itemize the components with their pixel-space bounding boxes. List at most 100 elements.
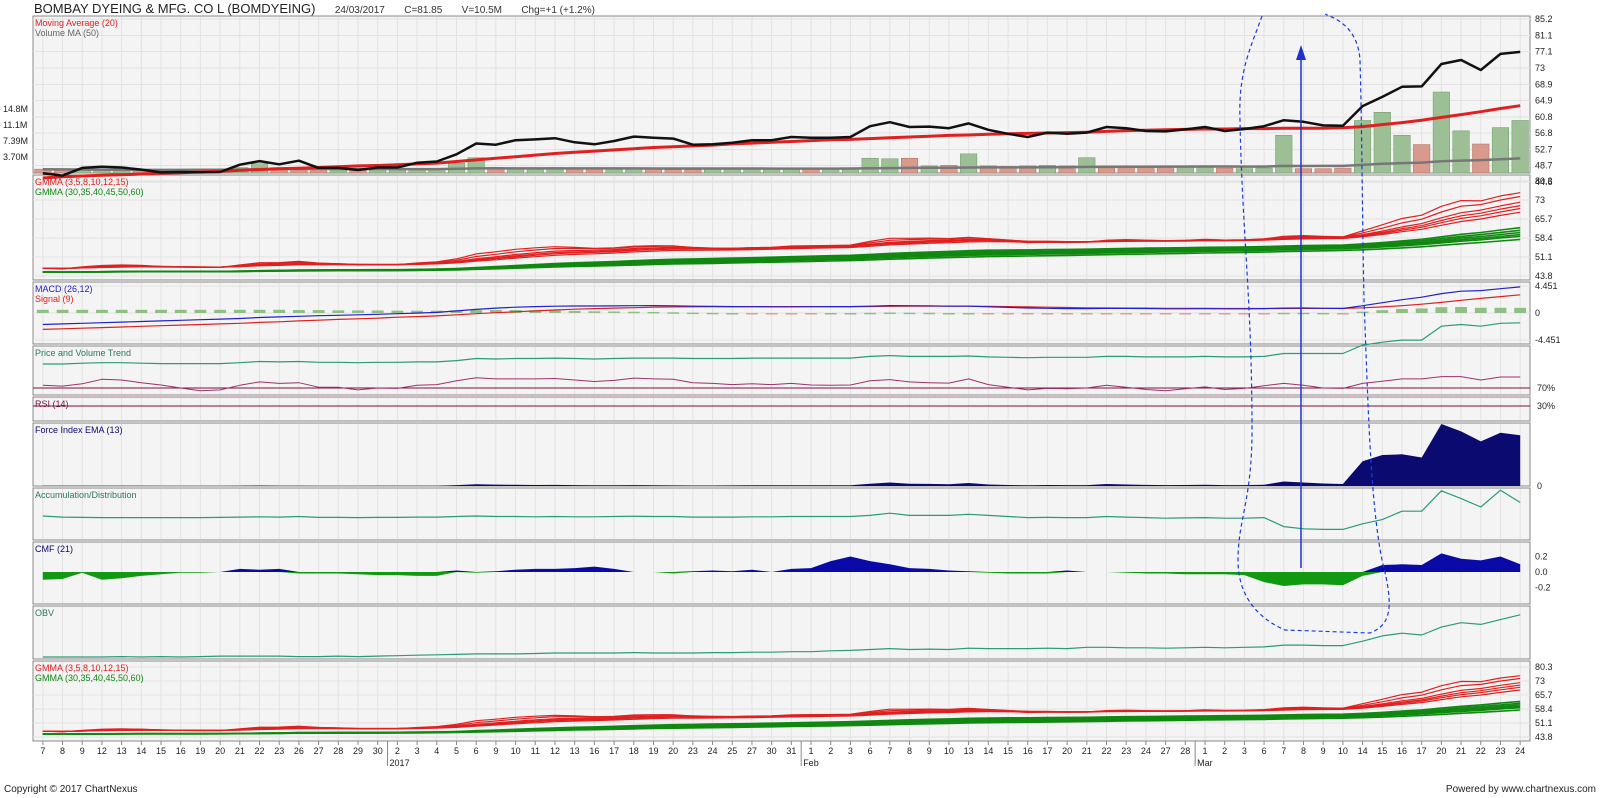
macd-histogram-bar bbox=[332, 310, 345, 313]
panel-obv bbox=[32, 605, 1531, 660]
macd-histogram-bar bbox=[1356, 311, 1369, 314]
x-tick-label: 8 bbox=[60, 746, 65, 756]
x-tick-label: 27 bbox=[314, 746, 324, 756]
y-tick-price: 68.9 bbox=[1535, 79, 1553, 89]
x-tick-label: 23 bbox=[1121, 746, 1131, 756]
y-tick-macd: 0 bbox=[1535, 308, 1540, 318]
x-tick-label: 16 bbox=[1023, 746, 1033, 756]
x-tick-label: 21 bbox=[235, 746, 245, 756]
macd-histogram-bar bbox=[943, 313, 955, 315]
macd-histogram-bar bbox=[1514, 307, 1527, 313]
legend-gmma2: GMMA (30,35,40,45,50,60) bbox=[35, 673, 144, 683]
volume-bar bbox=[960, 153, 978, 174]
volume-bar bbox=[605, 168, 623, 174]
x-tick-label: 24 bbox=[1141, 746, 1151, 756]
x-tick-label: 14 bbox=[136, 746, 146, 756]
macd-histogram-bar bbox=[312, 310, 325, 313]
y-tick-gmma: 43.8 bbox=[1535, 271, 1553, 281]
x-tick-label: 27 bbox=[1161, 746, 1171, 756]
legend-gmma: GMMA (3,5,8,10,12,15) bbox=[35, 177, 129, 187]
macd-histogram-bar bbox=[588, 311, 601, 313]
y-tick-price: 85.2 bbox=[1535, 14, 1553, 24]
x-tick-label: 3 bbox=[1242, 746, 1247, 756]
volume-tick: 14.8M bbox=[3, 104, 28, 114]
x-tick-label: 30 bbox=[373, 746, 383, 756]
macd-histogram-bar bbox=[194, 309, 207, 313]
macd-histogram-bar bbox=[962, 313, 975, 315]
x-tick-label: 23 bbox=[1495, 746, 1505, 756]
y-tick-gmma2: 73 bbox=[1535, 676, 1545, 686]
x-tick-label: 13 bbox=[964, 746, 974, 756]
x-tick-label: 15 bbox=[156, 746, 166, 756]
macd-histogram-bar bbox=[253, 309, 266, 313]
volume-bar bbox=[1472, 143, 1490, 174]
x-tick-label: 9 bbox=[80, 746, 85, 756]
x-tick-label: 29 bbox=[353, 746, 363, 756]
x-tick-label: 19 bbox=[648, 746, 658, 756]
legend-macd: Signal (9) bbox=[35, 294, 74, 304]
period-label: Mar bbox=[1197, 758, 1213, 768]
volume-bar bbox=[1255, 167, 1273, 174]
x-tick-label: 17 bbox=[609, 746, 619, 756]
panel-force_index bbox=[32, 422, 1531, 487]
macd-histogram-bar bbox=[273, 309, 286, 313]
x-tick-label: 25 bbox=[727, 746, 737, 756]
powered-by-link[interactable]: Powered by www.chartnexus.com bbox=[1446, 784, 1596, 795]
volume-bar bbox=[684, 169, 702, 174]
x-tick-label: 1 bbox=[1202, 746, 1207, 756]
x-tick-label: 30 bbox=[767, 746, 777, 756]
macd-histogram-bar bbox=[115, 309, 128, 313]
y-tick-gmma: 80.3 bbox=[1535, 176, 1553, 186]
x-tick-label: 18 bbox=[629, 746, 639, 756]
stock-chart-svg[interactable]: 85.281.177.17368.964.960.856.852.748.744… bbox=[0, 0, 1600, 798]
macd-histogram-bar bbox=[155, 309, 167, 313]
volume-bar bbox=[526, 168, 544, 174]
x-tick-label: 28 bbox=[333, 746, 343, 756]
macd-histogram-bar bbox=[1336, 313, 1349, 315]
y-tick-macd: 4.451 bbox=[1535, 281, 1558, 291]
volume-bar bbox=[585, 168, 603, 174]
x-tick-label: 7 bbox=[887, 746, 892, 756]
x-tick-label: 21 bbox=[1456, 746, 1466, 756]
macd-histogram-bar bbox=[549, 310, 561, 313]
macd-histogram-bar bbox=[76, 309, 89, 313]
macd-histogram-bar bbox=[1021, 313, 1034, 315]
x-tick-label: 6 bbox=[868, 746, 873, 756]
x-tick-label: 9 bbox=[927, 746, 932, 756]
y-tick-gmma2: 58.4 bbox=[1535, 704, 1553, 714]
legend-price: Moving Average (20) bbox=[35, 18, 118, 28]
volume-bar bbox=[1216, 167, 1234, 174]
volume-bar bbox=[901, 157, 919, 174]
y-tick-cmf: 0.0 bbox=[1535, 567, 1548, 577]
macd-histogram-bar bbox=[1238, 313, 1251, 315]
macd-histogram-bar bbox=[785, 313, 798, 315]
volume-bar bbox=[1413, 144, 1431, 174]
x-tick-label: 7 bbox=[40, 746, 45, 756]
chart-stage: BOMBAY DYEING & MFG. CO L (BOMDYEING) 24… bbox=[0, 0, 1600, 798]
y-tick-price: 81.1 bbox=[1535, 30, 1553, 40]
y-tick-macd: -4.451 bbox=[1535, 335, 1561, 345]
volume-tick: 7.39M bbox=[3, 136, 28, 146]
macd-histogram-bar bbox=[883, 312, 896, 315]
period-label: Feb bbox=[803, 758, 819, 768]
macd-histogram-bar bbox=[1435, 307, 1448, 313]
y-tick-price: 77.1 bbox=[1535, 47, 1553, 57]
legend-rsi: RSI (14) bbox=[35, 399, 69, 409]
volume-bar bbox=[1511, 120, 1529, 174]
macd-histogram-bar bbox=[1179, 313, 1192, 315]
x-tick-label: 24 bbox=[708, 746, 718, 756]
legend-price: Volume MA (50) bbox=[35, 28, 99, 38]
x-tick-label: 20 bbox=[1436, 746, 1446, 756]
x-tick-label: 23 bbox=[274, 746, 284, 756]
volume-bar bbox=[1393, 134, 1411, 174]
y-tick-cmf: -0.2 bbox=[1535, 583, 1551, 593]
macd-histogram-bar bbox=[746, 313, 758, 315]
x-tick-label: 8 bbox=[907, 746, 912, 756]
x-tick-label: 2 bbox=[828, 746, 833, 756]
volume-bar bbox=[664, 169, 682, 174]
macd-histogram-bar bbox=[1159, 313, 1172, 315]
macd-histogram-bar bbox=[608, 311, 620, 314]
x-tick-label: 2 bbox=[395, 746, 400, 756]
macd-histogram-bar bbox=[391, 310, 404, 313]
x-tick-label: 13 bbox=[570, 746, 580, 756]
